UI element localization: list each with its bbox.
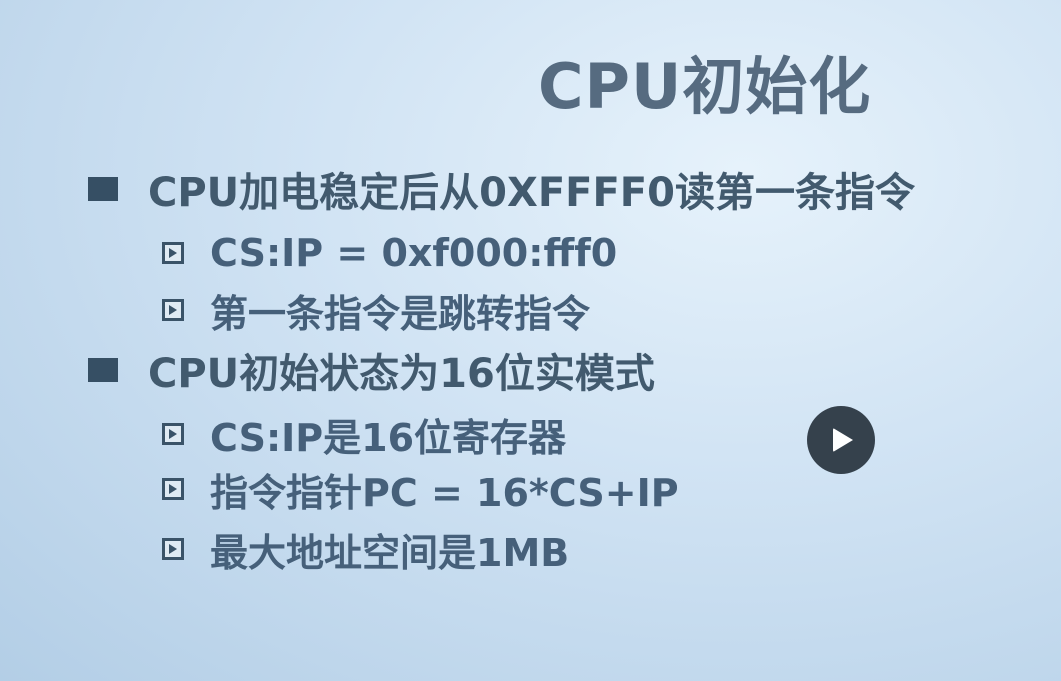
square-bullet-icon: [88, 358, 118, 382]
sub-bullet-item: 最大地址空间是1MB: [162, 527, 569, 575]
sub-bullet-item: 第一条指令是跳转指令: [162, 288, 590, 336]
arrow-box-bullet-icon: [162, 423, 184, 445]
sub-bullet-text: CS:IP = 0xf000:fff0: [210, 231, 618, 275]
sub-bullet-text: 指令指针PC = 16*CS+IP: [210, 470, 679, 515]
sub-bullet-item: CS:IP = 0xf000:fff0: [162, 231, 617, 275]
bullet-item: CPU初始状态为16位实模式: [88, 346, 655, 397]
sub-bullet-text: 最大地址空间是1MB: [210, 530, 570, 575]
arrow-box-bullet-icon: [162, 242, 184, 264]
sub-bullet-text: CS:IP是16位寄存器: [210, 415, 567, 460]
square-bullet-icon: [88, 177, 118, 201]
sub-bullet-item: 指令指针PC = 16*CS+IP: [162, 467, 679, 515]
sub-bullet-text: 第一条指令是跳转指令: [210, 291, 591, 336]
play-icon: [833, 428, 853, 452]
bullet-text: CPU加电稳定后从0XFFFF0读第一条指令: [148, 170, 915, 216]
bullet-item: CPU加电稳定后从0XFFFF0读第一条指令: [88, 165, 915, 216]
arrow-box-bullet-icon: [162, 538, 184, 560]
video-slide: CPU初始化 CPU加电稳定后从0XFFFF0读第一条指令 CS:IP = 0x…: [0, 0, 1061, 681]
arrow-box-bullet-icon: [162, 299, 184, 321]
arrow-box-bullet-icon: [162, 478, 184, 500]
slide-title: CPU初始化: [538, 50, 872, 123]
play-button[interactable]: [807, 406, 875, 474]
sub-bullet-item: CS:IP是16位寄存器: [162, 412, 566, 460]
bullet-text: CPU初始状态为16位实模式: [148, 351, 655, 397]
